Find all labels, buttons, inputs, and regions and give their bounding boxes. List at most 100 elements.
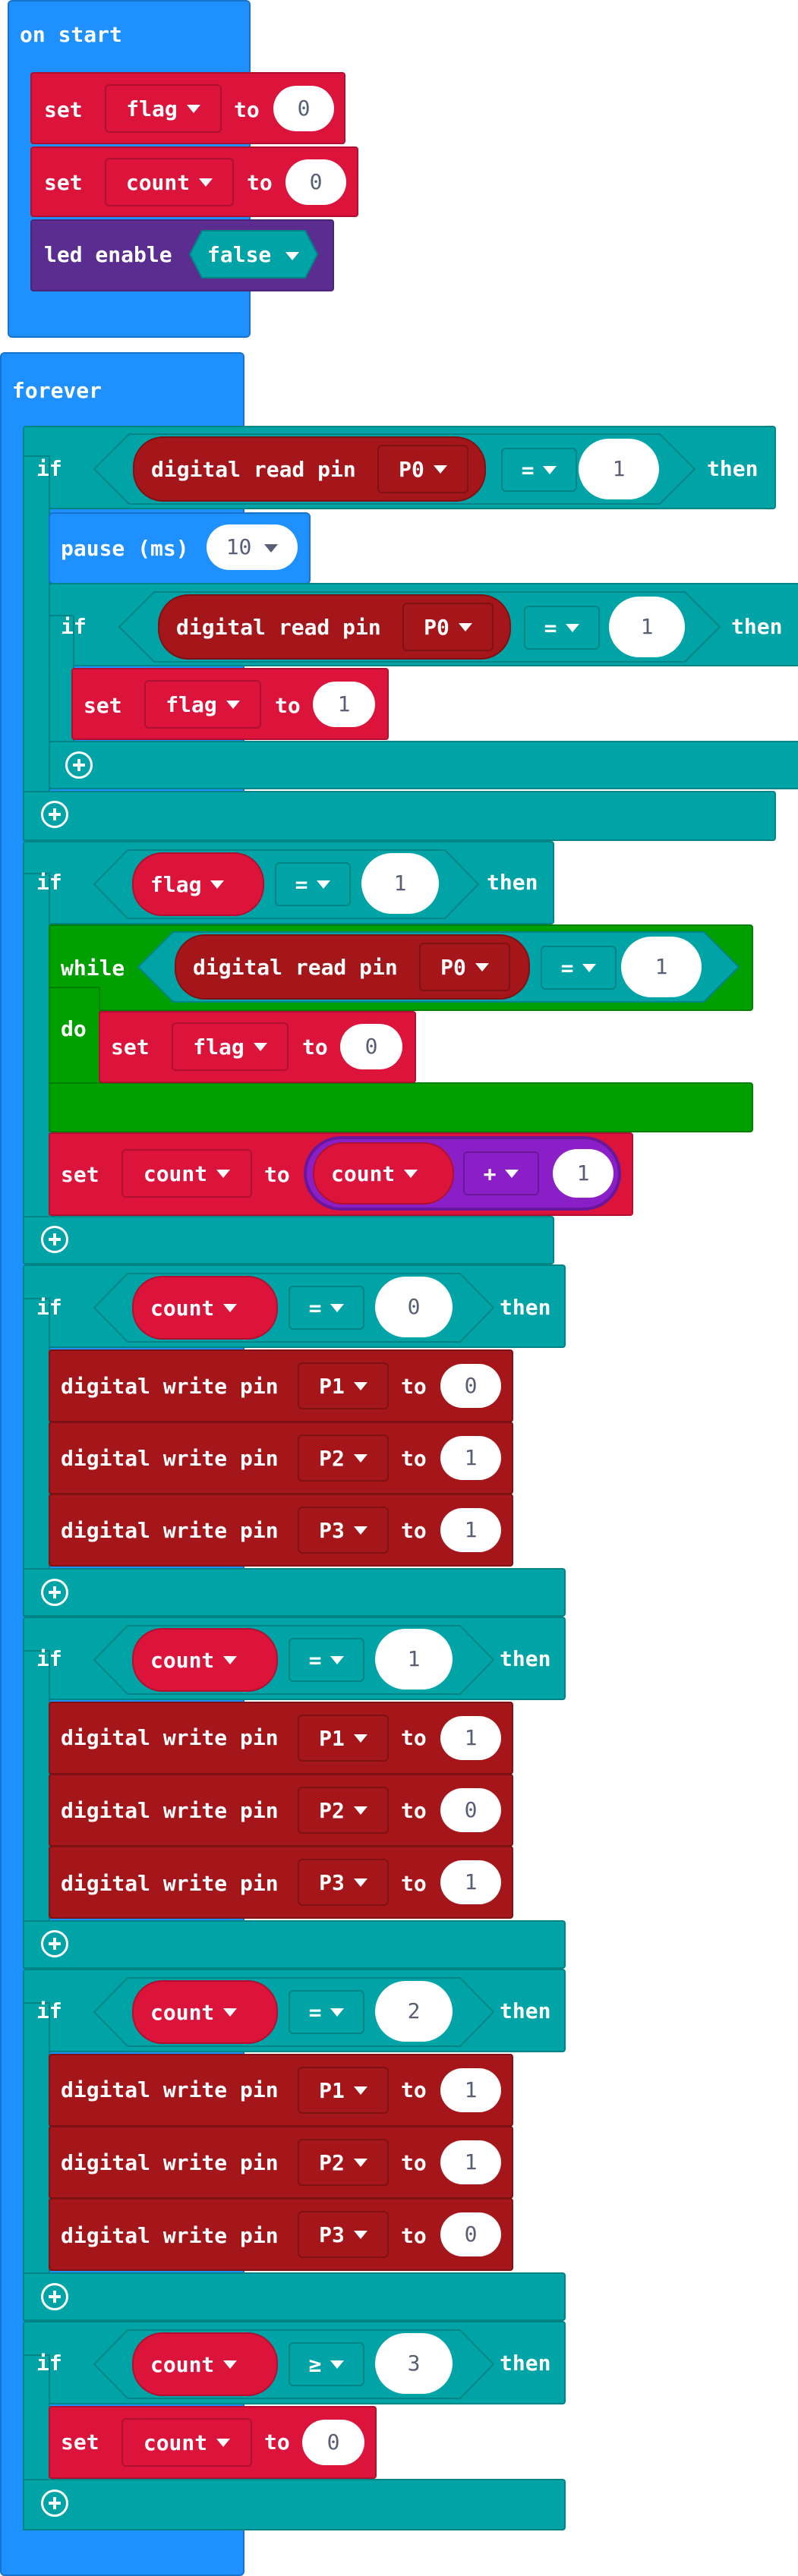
then-label: then <box>731 614 783 639</box>
pin-name: P2 <box>319 2149 345 2175</box>
operator-symbol: = <box>308 1647 322 1673</box>
pin-dropdown[interactable]: P0 <box>402 603 494 651</box>
pin-dropdown[interactable]: P3 <box>298 1507 389 1554</box>
add-else-icon[interactable] <box>41 2489 68 2517</box>
to-label: to <box>401 2223 427 2248</box>
operator-symbol: = <box>521 457 535 483</box>
variable-reporter[interactable]: count <box>132 1628 278 1692</box>
if-label: if <box>36 1998 62 2023</box>
value-input[interactable]: 0 <box>440 2212 501 2256</box>
variable-reporter[interactable]: count <box>132 1276 278 1340</box>
value-input[interactable]: 0 <box>375 1277 453 1337</box>
pin-dropdown[interactable]: P1 <box>298 1715 389 1762</box>
pin-name: P0 <box>440 954 466 980</box>
value-input[interactable]: 1 <box>313 682 375 727</box>
then-label: then <box>707 456 759 481</box>
chevron-down-icon <box>223 2360 238 2369</box>
if-label: if <box>36 456 62 481</box>
pin-dropdown[interactable]: P2 <box>298 1434 389 1482</box>
variable-reporter[interactable]: count <box>132 1980 278 2044</box>
variable-reporter[interactable]: flag <box>132 852 264 916</box>
pin-dropdown[interactable]: P0 <box>419 943 510 991</box>
value-input[interactable]: 1 <box>579 439 659 499</box>
operator-dropdown[interactable]: = <box>289 1638 364 1682</box>
pin-dropdown[interactable]: P1 <box>298 2067 389 2114</box>
then-label: then <box>500 1295 551 1320</box>
if-count-1-footer <box>23 1920 566 1969</box>
operator-dropdown[interactable]: = <box>289 1990 364 2034</box>
digital-write-label: digital write pin <box>61 2223 279 2248</box>
pin-dropdown[interactable]: P2 <box>298 2139 389 2186</box>
value-input[interactable]: 1 <box>609 597 685 657</box>
value-input[interactable]: 1 <box>361 853 439 914</box>
pin-dropdown[interactable]: P0 <box>377 445 468 493</box>
operator-dropdown[interactable]: = <box>524 606 600 650</box>
chevron-down-icon <box>216 1169 231 1178</box>
value-input[interactable]: 2 <box>375 1981 453 2042</box>
variable-dropdown[interactable]: flag <box>172 1022 289 1071</box>
variable-dropdown[interactable]: count <box>105 158 234 206</box>
chevron-down-icon <box>566 623 580 632</box>
pin-dropdown[interactable]: P3 <box>298 2211 389 2258</box>
to-label: to <box>401 1725 427 1750</box>
math-operator-dropdown[interactable]: + <box>463 1151 539 1195</box>
pin-dropdown[interactable]: P1 <box>298 1362 389 1409</box>
while-label: while <box>61 956 125 981</box>
operator-dropdown[interactable]: = <box>501 448 577 492</box>
value-input[interactable]: 0 <box>273 86 334 131</box>
chevron-down-icon <box>353 1381 367 1390</box>
set-label: set <box>84 693 122 718</box>
operator-dropdown[interactable]: = <box>541 946 617 990</box>
chevron-down-icon <box>264 543 279 553</box>
variable-dropdown[interactable]: flag <box>105 84 222 133</box>
if-label: if <box>36 1295 62 1320</box>
variable-dropdown[interactable]: count <box>121 2418 252 2467</box>
value-input[interactable]: 1 <box>440 2068 501 2112</box>
add-else-icon[interactable] <box>41 801 68 828</box>
variable-reporter[interactable]: count <box>313 1142 454 1205</box>
digital-write-label: digital write pin <box>61 1518 279 1543</box>
add-else-icon[interactable] <box>41 1579 68 1606</box>
value-input[interactable]: 1 <box>553 1149 613 1198</box>
chevron-down-icon <box>353 2086 367 2095</box>
variable-dropdown[interactable]: flag <box>144 680 261 729</box>
value-input[interactable]: 0 <box>302 2420 364 2465</box>
value-input[interactable]: 3 <box>375 2333 453 2394</box>
chevron-down-icon <box>353 1878 367 1887</box>
value-input[interactable]: 0 <box>340 1024 402 1069</box>
chevron-down-icon <box>353 2230 367 2239</box>
add-else-icon[interactable] <box>41 2283 68 2310</box>
add-else-icon[interactable] <box>65 751 93 779</box>
value-input[interactable]: 1 <box>621 937 702 997</box>
pin-dropdown[interactable]: P2 <box>298 1787 389 1834</box>
pin-dropdown[interactable]: P3 <box>298 1859 389 1906</box>
operator-symbol: = <box>308 1999 322 2025</box>
pin-name: P1 <box>319 1373 345 1399</box>
value-input[interactable]: 1 <box>440 2140 501 2184</box>
pause-label: pause (ms) <box>61 536 189 561</box>
if-label: if <box>36 870 62 895</box>
chevron-down-icon <box>199 178 213 187</box>
operator-dropdown[interactable]: = <box>289 1286 364 1330</box>
if-block-spine <box>23 455 50 841</box>
value-input[interactable]: 1 <box>440 1508 501 1552</box>
digital-write-label: digital write pin <box>61 1374 279 1399</box>
pause-duration-input[interactable]: 10 <box>207 524 298 570</box>
operator-dropdown[interactable]: ≥ <box>289 2342 364 2386</box>
value-input[interactable]: 0 <box>285 159 346 205</box>
add-else-icon[interactable] <box>41 1226 68 1253</box>
variable-dropdown[interactable]: count <box>121 1149 252 1198</box>
variable-reporter[interactable]: count <box>132 2332 278 2396</box>
value-input[interactable]: 0 <box>440 1364 501 1408</box>
value-input[interactable]: 1 <box>440 1716 501 1760</box>
value-input[interactable]: 0 <box>440 1788 501 1832</box>
to-label: to <box>401 1871 427 1896</box>
value-input[interactable]: 1 <box>440 1436 501 1480</box>
digital-read-label: digital read pin <box>151 456 356 482</box>
value-input[interactable]: 1 <box>440 1860 501 1904</box>
value-input[interactable]: 1 <box>375 1629 453 1690</box>
operator-dropdown[interactable]: = <box>275 862 351 906</box>
add-else-icon[interactable] <box>41 1930 68 1957</box>
pin-name: P2 <box>319 1797 345 1823</box>
chevron-down-icon <box>582 963 597 972</box>
